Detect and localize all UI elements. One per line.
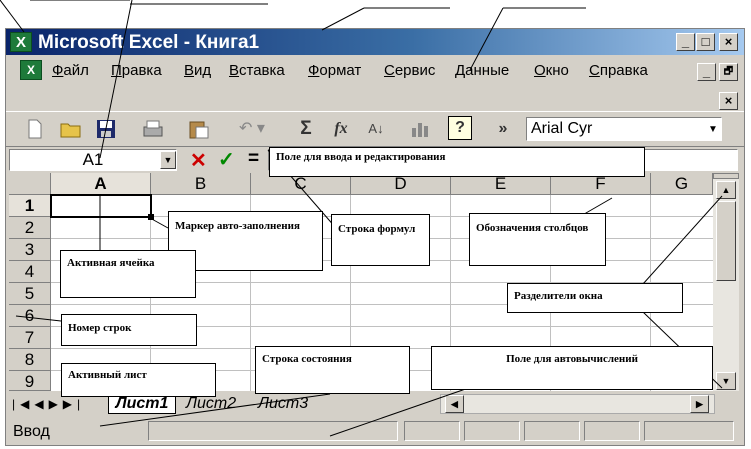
callout-autocalc-field: Поле для автовычислений: [431, 346, 713, 390]
callout-window-splitters: Разделители окна: [507, 283, 683, 313]
callout-formula-edit-field: Поле для ввода и редактирования: [269, 147, 645, 177]
callout-row-number: Номер строк: [61, 314, 197, 346]
callout-formula-bar: Строка формул: [331, 214, 430, 266]
callout-active-cell: Активная ячейка: [60, 250, 196, 298]
callout-status-bar: Строка состояния: [255, 346, 410, 394]
callout-column-headers: Обозначения столбцов: [469, 213, 606, 266]
callout-active-sheet: Активный лист: [61, 363, 216, 397]
